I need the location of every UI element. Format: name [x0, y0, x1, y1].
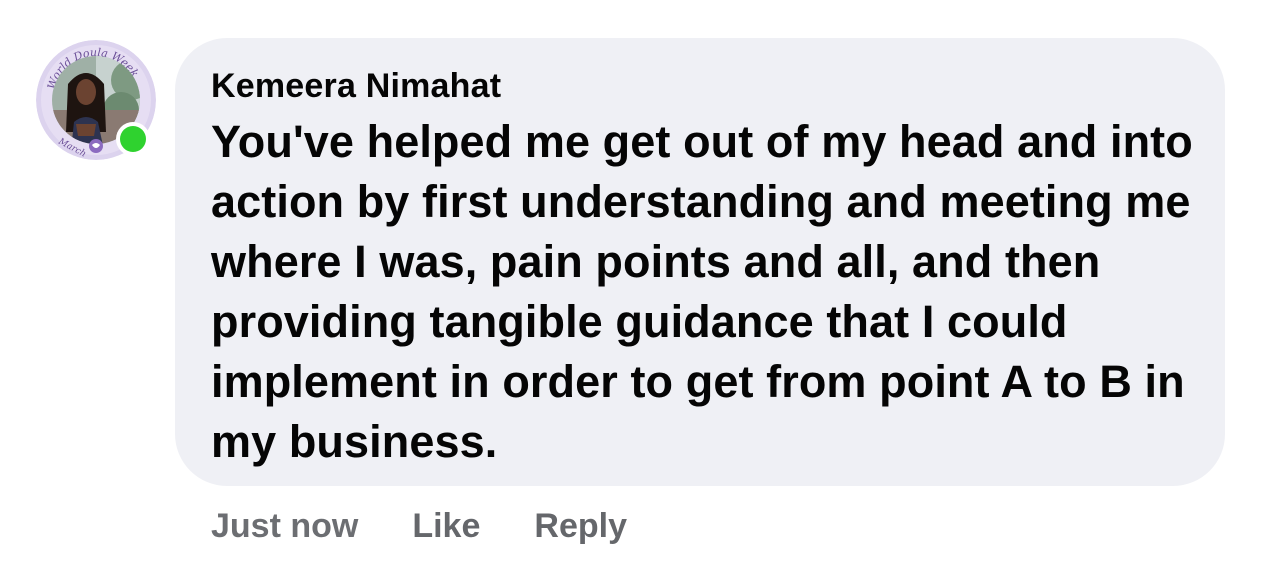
comment-actions: Just now Like Reply — [211, 504, 627, 548]
comment-text: You've helped me get out of my head and … — [211, 116, 1193, 467]
like-button[interactable]: Like — [412, 507, 480, 546]
online-status-indicator — [116, 122, 150, 156]
reply-button[interactable]: Reply — [534, 507, 627, 546]
comment-author-name[interactable]: Kemeera Nimahat — [211, 66, 1197, 106]
comment-timestamp[interactable]: Just now — [211, 507, 358, 546]
comment-screen: World Doula Week March Kemeera Nimahat Y… — [0, 0, 1284, 565]
avatar-container[interactable]: World Doula Week March — [36, 40, 156, 160]
comment-bubble: Kemeera Nimahat You've helped me get out… — [175, 38, 1225, 486]
